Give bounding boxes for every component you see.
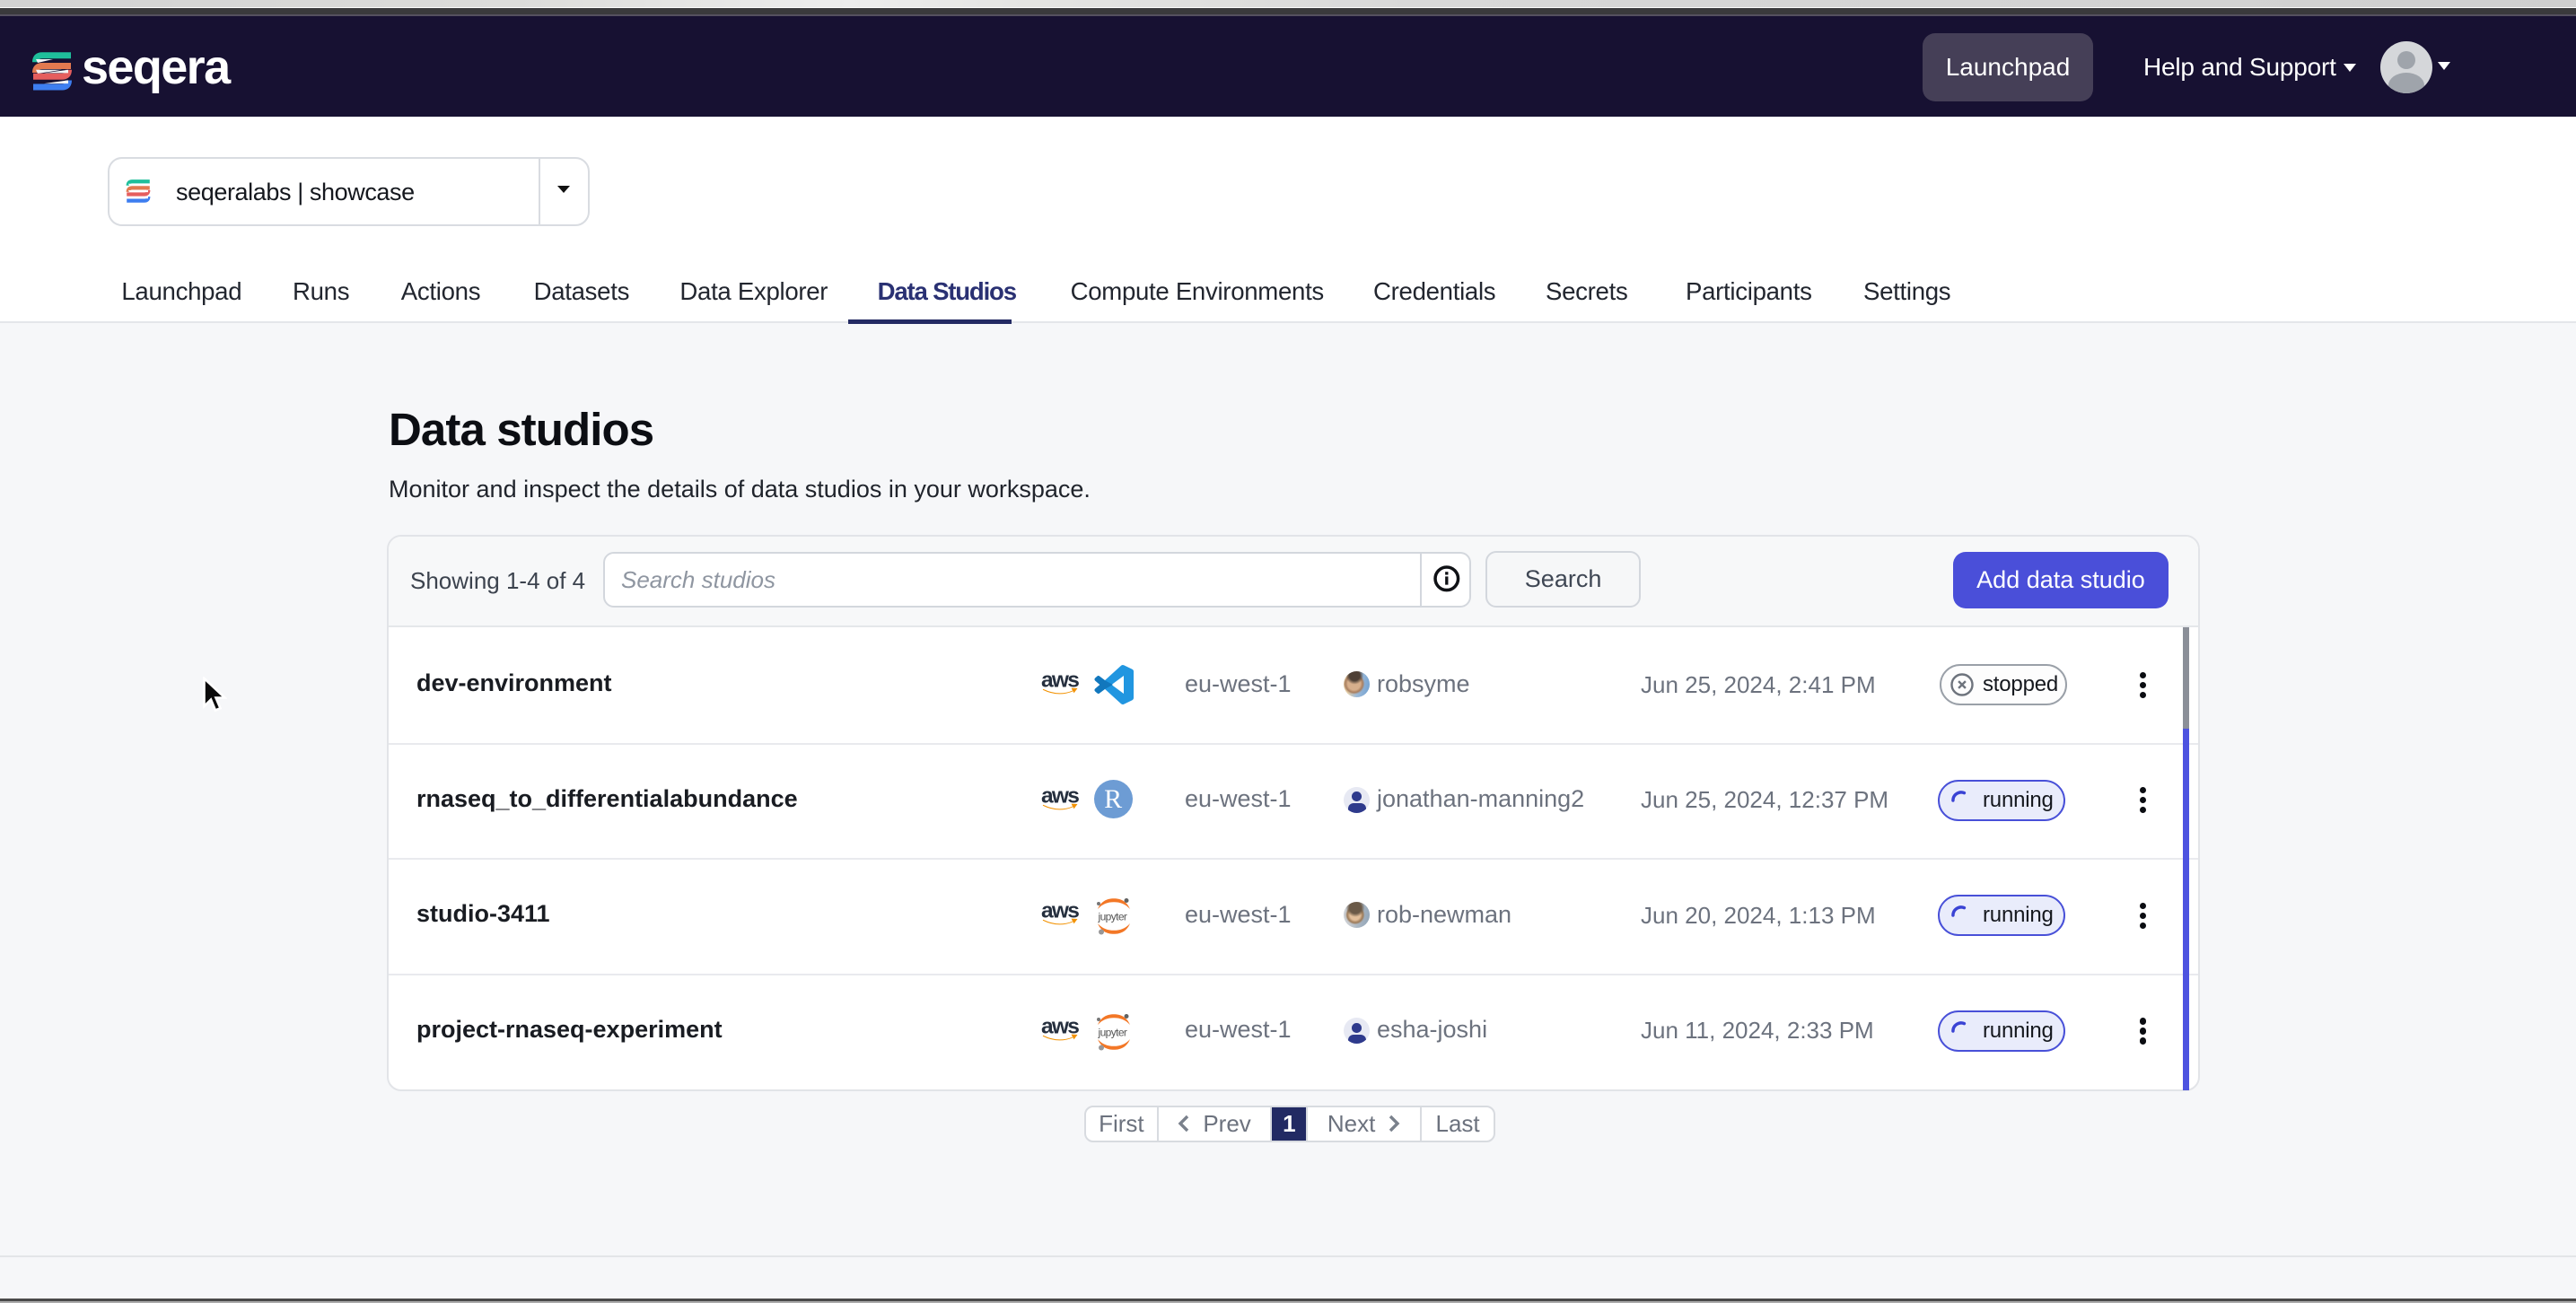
- svg-text:jupyter: jupyter: [1098, 1027, 1127, 1039]
- svg-text:jupyter: jupyter: [1098, 911, 1127, 923]
